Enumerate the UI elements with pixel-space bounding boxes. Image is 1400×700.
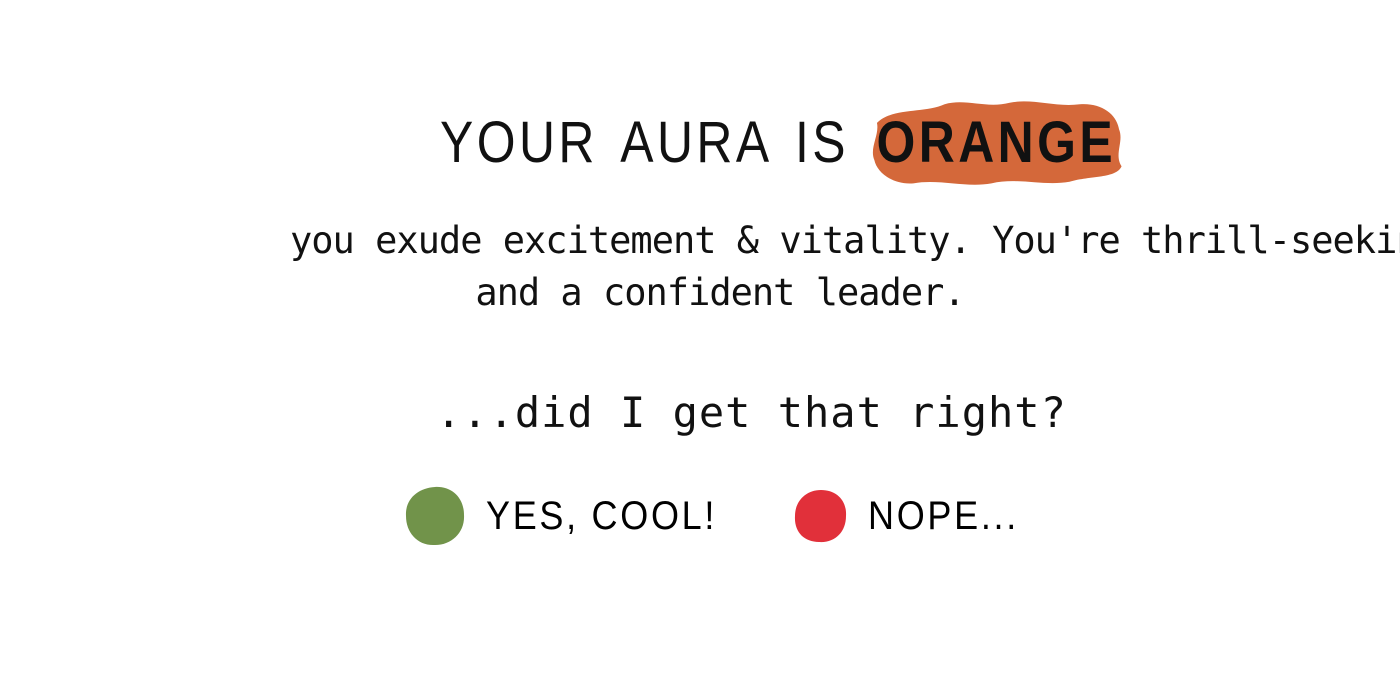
- nope-button[interactable]: NOPE...: [792, 486, 1032, 546]
- yes-cool-button[interactable]: YES, COOL!: [404, 484, 724, 548]
- aura-description: you exude excitement & vitality. You're …: [290, 215, 1400, 319]
- aura-result-screen: YOUR AURA IS ORANGE you exude excitement…: [0, 0, 1400, 700]
- headline-word-aura: AURA: [620, 109, 773, 175]
- yes-cool-label: YES, COOL!: [486, 493, 718, 538]
- description-line-2: and a confident leader.: [475, 271, 965, 314]
- headline-word-is: IS: [794, 109, 849, 175]
- nope-label: NOPE...: [868, 493, 1019, 538]
- green-dot-icon: [405, 486, 465, 546]
- confirmation-question: ...did I get that right?: [436, 388, 1067, 437]
- description-line-1: you exude excitement & vitality. You're …: [290, 219, 1400, 262]
- aura-color-name: ORANGE: [876, 109, 1117, 175]
- headline-word-your: YOUR: [440, 109, 598, 175]
- aura-headline: YOUR AURA IS ORANGE: [440, 92, 1122, 192]
- red-dot-icon: [794, 490, 847, 543]
- aura-color-highlight: ORANGE: [871, 100, 1122, 185]
